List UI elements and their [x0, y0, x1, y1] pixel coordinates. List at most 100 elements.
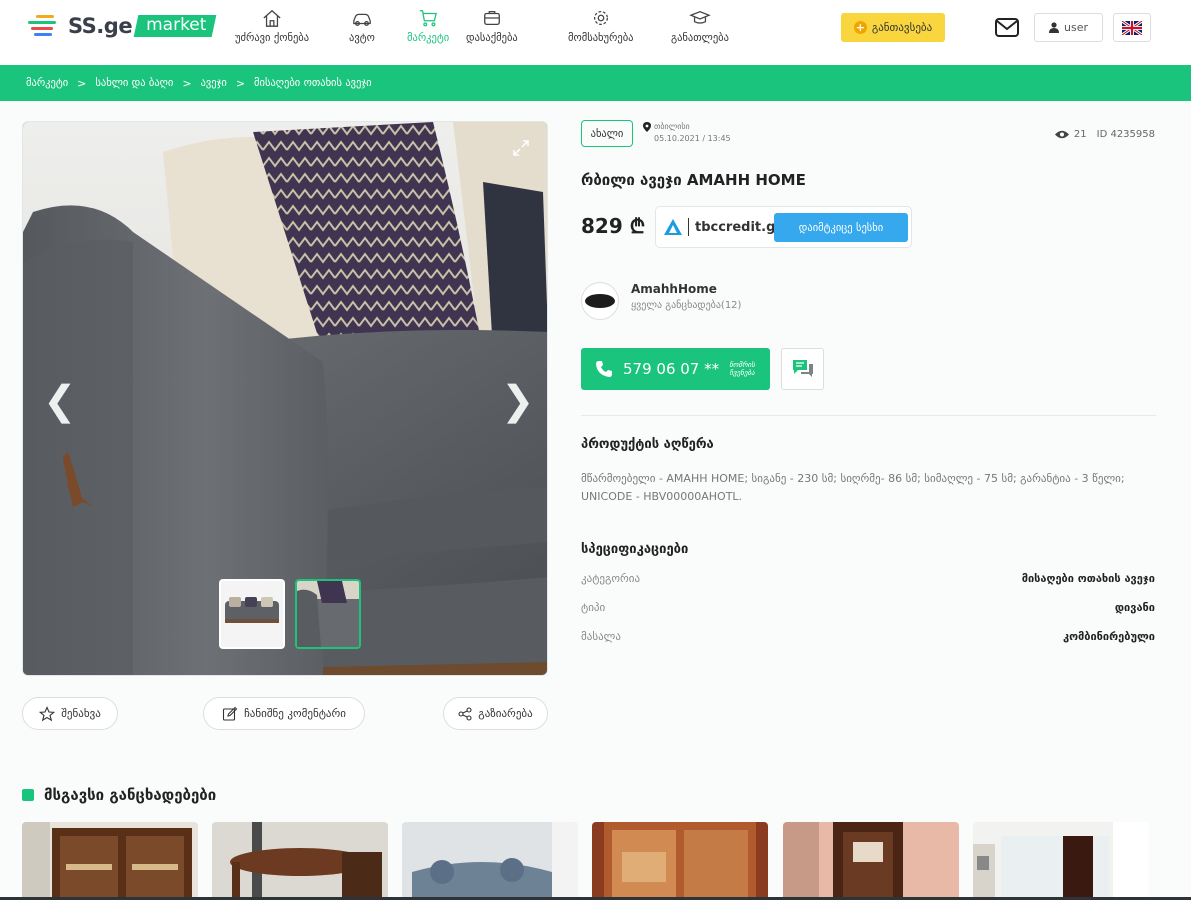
nav-item-market[interactable]: მარკეტი — [407, 8, 449, 44]
nav-item-auto[interactable]: ავტო — [349, 8, 375, 44]
breadcrumb-item[interactable]: ავეჯი — [201, 77, 227, 89]
comment-label: ჩანიშნე კომენტარი — [244, 707, 346, 720]
share-label: გაზიარება — [478, 707, 533, 720]
location-text: თბილისი — [654, 122, 690, 131]
show-phone-button[interactable]: 579 06 07 ** ნომრის ჩვენება — [581, 348, 770, 390]
similar-listing-card[interactable] — [212, 822, 388, 900]
nav-item-real-estate[interactable]: უძრავი ქონება — [235, 8, 309, 44]
similar-listing-card[interactable] — [973, 822, 1149, 900]
apply-loan-button[interactable]: დაიმტკიცე სესხი — [774, 213, 908, 242]
product-gallery[interactable]: ❮ ❯ — [22, 121, 548, 676]
date-text: 05.10.2021 / 13:45 — [654, 134, 731, 143]
nav-label: ავტო — [349, 32, 375, 44]
nav-item-services[interactable]: მომსახურება — [568, 8, 633, 44]
spec-value: მისაღები ოთახის ავეჯი — [1021, 572, 1155, 585]
tbc-brand: tbccredit.ge — [695, 219, 785, 235]
mail-icon[interactable] — [994, 17, 1020, 39]
seller-avatar[interactable] — [581, 282, 619, 320]
similar-title-text: მსგავსი განცხადებები — [44, 786, 217, 804]
gear-icon — [593, 11, 608, 25]
tbc-triangle-icon — [664, 219, 682, 235]
similar-listing-card[interactable] — [402, 822, 578, 900]
flag-gb-icon — [1122, 20, 1142, 35]
listing-thumbnail — [973, 822, 1149, 900]
car-icon — [353, 13, 371, 26]
similar-listings-title: მსგავსი განცხადებები — [22, 786, 216, 804]
logo-text: SS.ge — [68, 14, 133, 38]
share-icon — [458, 706, 472, 721]
product-photo — [23, 122, 547, 675]
location-pin-icon — [643, 121, 651, 132]
listing-location-date: თბილისი 05.10.2021 / 13:45 — [643, 121, 731, 145]
listing-thumbnail — [212, 822, 388, 900]
post-listing-label: განთავსება — [871, 21, 933, 34]
spec-label: კატეგორია — [581, 572, 641, 585]
user-label: user — [1064, 21, 1088, 34]
chevron-right-icon: > — [77, 76, 87, 90]
listing-id: ID 4235958 — [1096, 129, 1155, 140]
spec-label: მასალა — [581, 630, 621, 643]
nav-label: განათლება — [671, 32, 729, 44]
phone-icon — [596, 361, 612, 377]
nav-label: მომსახურება — [568, 32, 634, 44]
specs-title: სპეციფიკაციები — [581, 542, 689, 557]
nav-item-jobs[interactable]: დასაქმება — [466, 8, 518, 44]
gallery-thumbnail[interactable] — [219, 579, 285, 649]
spec-value: კომბინირებული — [1062, 630, 1155, 643]
seller-name[interactable]: AmahhHome — [631, 282, 717, 296]
tbc-credit-logo: tbccredit.ge — [664, 218, 784, 236]
post-listing-button[interactable]: + განთავსება — [841, 13, 945, 42]
language-switch-button[interactable] — [1113, 13, 1151, 42]
save-label: შენახვა — [61, 707, 101, 720]
top-header: SS.ge market უძრავი ქონება ავტო მარკეტი … — [0, 0, 1191, 65]
breadcrumb-item[interactable]: მარკეტი — [26, 77, 68, 89]
share-button[interactable]: გაზიარება — [443, 697, 548, 730]
breadcrumb-item[interactable]: მისაღები ოთახის ავეჯი — [254, 77, 372, 89]
save-button[interactable]: შენახვა — [22, 697, 118, 730]
phone-number: 579 06 07 ** — [623, 360, 720, 378]
logo-badge: market — [133, 15, 217, 37]
chat-button[interactable] — [781, 348, 824, 390]
prev-image-arrow[interactable]: ❮ — [43, 378, 77, 424]
similar-listing-card[interactable] — [783, 822, 959, 900]
description-title: პროდუქტის აღწერა — [581, 437, 714, 452]
nav-label: დასაქმება — [466, 32, 518, 44]
user-menu-button[interactable]: user — [1034, 13, 1103, 42]
divider — [581, 415, 1156, 416]
listing-title: რბილი ავეჯი AMAHH HOME — [581, 171, 806, 189]
seller-all-listings-link[interactable]: ყველა განცხადება(12) — [631, 300, 741, 311]
eye-icon — [1054, 130, 1069, 139]
show-number-label: ნომრის ჩვენება — [729, 361, 755, 377]
similar-listing-card[interactable] — [592, 822, 768, 900]
breadcrumb-item[interactable]: სახლი და ბაღი — [95, 77, 173, 89]
condition-badge: ახალი — [581, 120, 633, 147]
chevron-right-icon: > — [235, 76, 246, 90]
views-count: 21 — [1073, 129, 1087, 140]
plus-icon: + — [853, 21, 867, 34]
nav-label: უძრავი ქონება — [235, 32, 310, 44]
tbc-credit-box: tbccredit.ge დაიმტკიცე სესხი — [655, 206, 912, 248]
listing-thumbnail — [22, 822, 198, 900]
breadcrumb: მარკეტი > სახლი და ბაღი > ავეჯი > მისაღე… — [0, 65, 1191, 101]
briefcase-icon — [483, 11, 500, 25]
ssge-market-logo[interactable]: SS.ge market — [28, 12, 217, 40]
graduation-cap-icon — [689, 10, 711, 24]
gallery-thumbnail-active[interactable] — [295, 579, 361, 649]
logo-mark-icon — [28, 12, 60, 40]
add-comment-button[interactable]: ჩანიშნე კომენტარი — [203, 697, 365, 730]
similar-listing-card[interactable] — [22, 822, 198, 900]
thumbnail-image — [221, 581, 283, 647]
thumbnail-image — [297, 581, 359, 647]
listing-meta: 21 ID 4235958 — [1054, 129, 1155, 140]
house-icon — [263, 9, 281, 27]
expand-icon[interactable] — [511, 138, 531, 158]
star-icon — [39, 705, 56, 721]
cart-icon — [419, 10, 438, 27]
nav-item-education[interactable]: განათლება — [671, 8, 729, 44]
listing-thumbnail — [592, 822, 768, 900]
user-icon — [1049, 22, 1059, 33]
edit-icon — [223, 706, 238, 721]
next-image-arrow[interactable]: ❯ — [501, 378, 535, 424]
listing-thumbnail — [402, 822, 578, 900]
listing-price: 829 ₾ — [581, 214, 646, 238]
